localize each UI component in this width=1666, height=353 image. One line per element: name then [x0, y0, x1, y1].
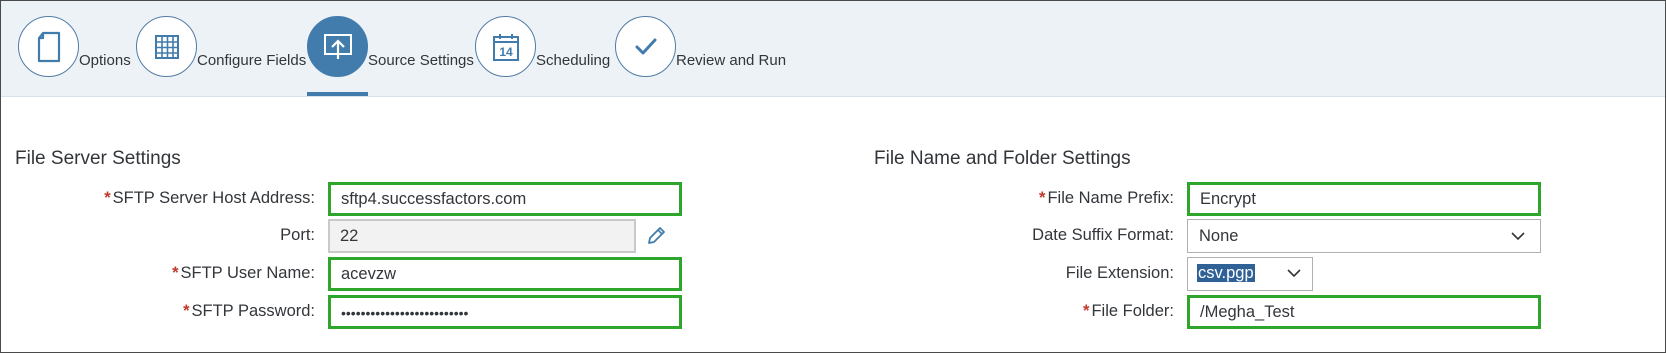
port-input: 22 — [328, 219, 636, 253]
sftp-host-row: * SFTP Server Host Address: — [1, 182, 315, 216]
grid-icon — [136, 16, 197, 77]
checkmark-icon — [615, 16, 676, 77]
wizard-step-label: Source Settings — [368, 52, 474, 69]
file-extension-row: File Extension: — [901, 257, 1174, 291]
port-label: Port: — [280, 226, 315, 244]
file-folder-input[interactable]: /Megha_Test — [1187, 295, 1541, 329]
file-prefix-label: * File Name Prefix: — [1039, 189, 1174, 207]
upload-icon — [307, 16, 368, 77]
port-row: Port: — [1, 219, 315, 253]
sftp-user-input[interactable]: acevzw — [328, 257, 682, 291]
wizard-progress-bar: Options Configure Fields Source Settings… — [1, 1, 1665, 97]
file-name-settings-title: File Name and Folder Settings — [874, 148, 1131, 169]
file-extension-value: csv.pgp — [1197, 264, 1255, 282]
sftp-user-label: * SFTP User Name: — [172, 264, 315, 282]
document-icon — [18, 16, 79, 77]
calendar-icon: 14 — [475, 16, 536, 77]
sftp-password-label: * SFTP Password: — [183, 302, 315, 320]
sftp-password-row: * SFTP Password: — [1, 295, 315, 329]
calendar-day-number: 14 — [499, 45, 513, 59]
pencil-icon[interactable] — [645, 225, 667, 247]
wizard-step-label: Options — [79, 52, 131, 69]
date-suffix-select[interactable]: None — [1187, 219, 1541, 253]
file-prefix-row: * File Name Prefix: — [901, 182, 1174, 216]
sftp-user-row: * SFTP User Name: — [1, 257, 315, 291]
sftp-password-input[interactable]: •••••••••••••••••••••••••• — [328, 295, 682, 329]
active-step-indicator — [307, 92, 368, 96]
wizard-step-label: Configure Fields — [197, 52, 307, 69]
sftp-host-label: * SFTP Server Host Address: — [104, 189, 315, 207]
file-folder-label: * File Folder: — [1083, 302, 1174, 320]
file-prefix-input[interactable]: Encrypt — [1187, 182, 1541, 216]
date-suffix-label: Date Suffix Format: — [1032, 226, 1174, 244]
file-extension-select[interactable]: csv.pgp — [1187, 257, 1313, 291]
sftp-host-input[interactable]: sftp4.successfactors.com — [328, 182, 682, 216]
date-suffix-value: None — [1199, 227, 1239, 245]
file-extension-label: File Extension: — [1065, 264, 1174, 282]
file-folder-row: * File Folder: — [901, 295, 1174, 329]
date-suffix-row: Date Suffix Format: — [901, 219, 1174, 253]
file-server-settings-title: File Server Settings — [15, 148, 181, 169]
wizard-step-label: Review and Run — [676, 52, 787, 69]
wizard-step-label: Scheduling — [536, 52, 611, 69]
chevron-down-icon — [1287, 269, 1301, 278]
chevron-down-icon — [1511, 232, 1525, 241]
window: Options Configure Fields Source Settings… — [0, 0, 1666, 353]
